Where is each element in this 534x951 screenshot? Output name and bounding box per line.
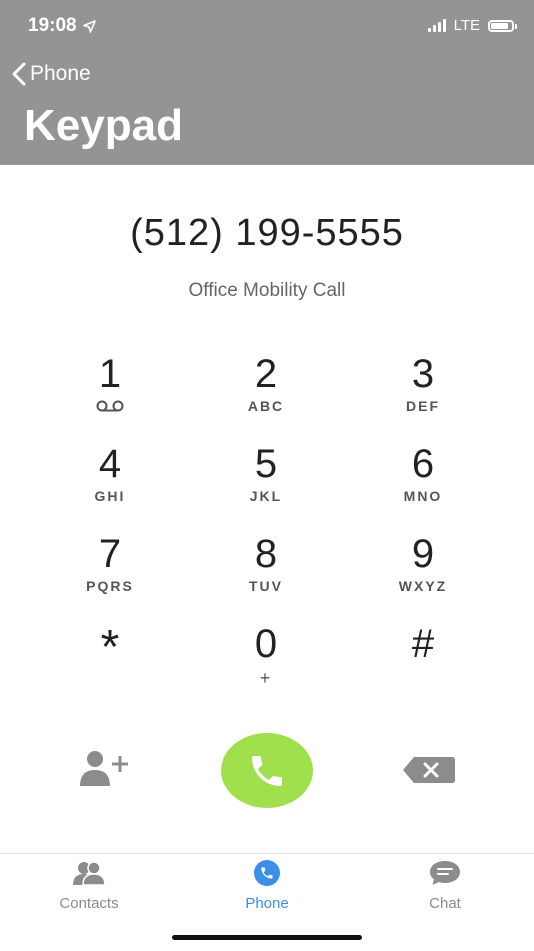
tab-contacts[interactable]: Contacts xyxy=(29,860,149,912)
key-digit: 4 xyxy=(98,442,122,486)
key-5[interactable]: 5 JKL xyxy=(196,442,336,522)
key-digit: # xyxy=(411,622,435,666)
page-title: Keypad xyxy=(24,101,183,150)
key-letters: MNO xyxy=(403,488,443,504)
add-contact-button[interactable] xyxy=(78,748,134,792)
voicemail-icon xyxy=(96,400,124,412)
chat-icon xyxy=(430,861,460,885)
key-4[interactable]: 4 GHI xyxy=(40,442,180,522)
status-indicators: LTE xyxy=(427,17,517,34)
key-letters: WXYZ xyxy=(398,578,448,594)
tab-phone[interactable]: Phone xyxy=(207,860,327,912)
dialed-number: (512) 199-5555 xyxy=(130,212,404,254)
key-digit: 1 xyxy=(98,352,122,396)
header-bar: 19:08 LTE Phone Keypad xyxy=(0,0,534,165)
phone-icon xyxy=(252,755,282,786)
network-label: LTE xyxy=(453,17,480,34)
home-indicator[interactable] xyxy=(172,935,362,940)
tab-label: Contacts xyxy=(59,895,119,912)
back-button[interactable]: Phone xyxy=(12,62,91,86)
key-letters: PQRS xyxy=(86,578,134,594)
key-2[interactable]: 2 ABC xyxy=(196,352,336,432)
key-0[interactable]: 0 + xyxy=(196,622,336,702)
key-digit: 9 xyxy=(411,532,435,576)
battery-level xyxy=(491,22,508,29)
phone-icon xyxy=(254,860,280,886)
key-letters: DEF xyxy=(406,398,440,414)
call-button[interactable] xyxy=(221,733,313,808)
key-digit: 7 xyxy=(98,532,122,576)
key-6[interactable]: 6 MNO xyxy=(353,442,493,522)
key-digit: 8 xyxy=(254,532,278,576)
backspace-icon xyxy=(403,757,455,783)
status-time-label: 19:08 xyxy=(28,15,77,36)
key-digit: 5 xyxy=(254,442,278,486)
contacts-icon xyxy=(73,861,106,886)
key-3[interactable]: 3 DEF xyxy=(353,352,493,432)
key-digit: 6 xyxy=(411,442,435,486)
tab-label: Chat xyxy=(429,895,461,912)
key-letters: ABC xyxy=(247,398,285,414)
key-digit: 2 xyxy=(254,352,278,396)
key-7[interactable]: 7 PQRS xyxy=(40,532,180,612)
key-9[interactable]: 9 WXYZ xyxy=(353,532,493,612)
key-1[interactable]: 1 xyxy=(40,352,180,432)
back-label: Phone xyxy=(30,62,91,85)
chevron-left-icon xyxy=(12,62,26,86)
key-letters: TUV xyxy=(249,578,283,594)
tab-label: Phone xyxy=(245,895,289,912)
status-time: 19:08 xyxy=(28,15,96,37)
location-arrow-icon xyxy=(82,19,96,33)
key-digit: * xyxy=(100,621,120,674)
key-digit: 3 xyxy=(411,352,435,396)
call-type-label: Office Mobility Call xyxy=(188,280,346,301)
key-letters: JKL xyxy=(249,488,283,504)
key-digit: 0 xyxy=(254,622,278,666)
key-letters: GHI xyxy=(94,488,126,504)
key-8[interactable]: 8 TUV xyxy=(196,532,336,612)
backspace-button[interactable] xyxy=(402,755,456,785)
tab-chat[interactable]: Chat xyxy=(385,860,505,912)
key-hash[interactable]: # xyxy=(353,622,493,702)
key-star[interactable]: * xyxy=(40,622,180,702)
add-contact-icon xyxy=(80,751,128,786)
key-letters: + xyxy=(259,668,273,688)
battery-icon xyxy=(488,19,517,32)
signal-icon xyxy=(427,19,446,32)
